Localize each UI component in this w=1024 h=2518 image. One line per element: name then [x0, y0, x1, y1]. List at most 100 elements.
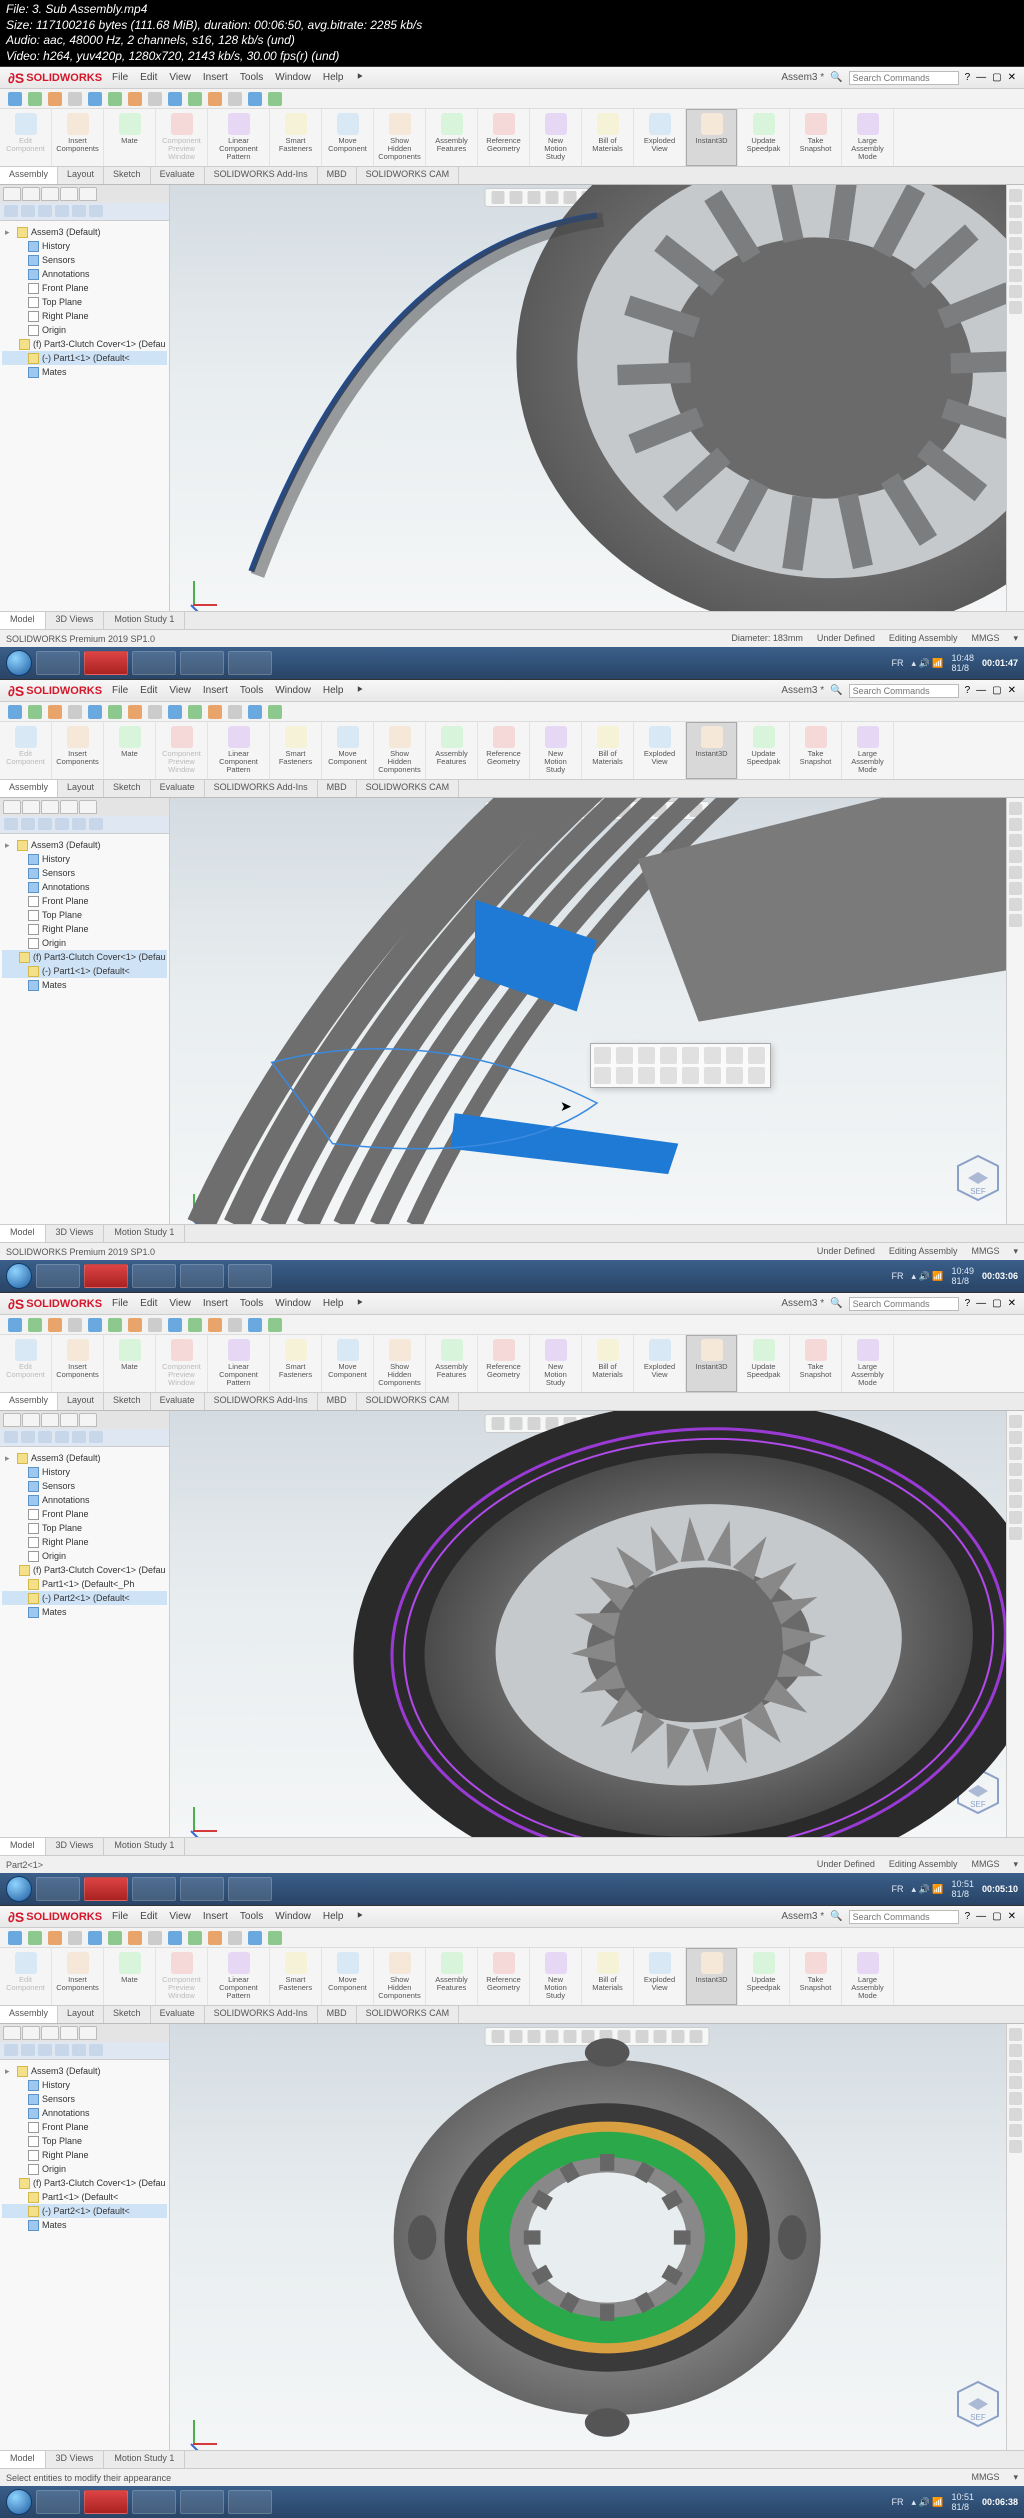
tree-item[interactable]: (-) Part1<1> (Default< — [2, 351, 167, 365]
ribbon-insert[interactable]: InsertComponents — [52, 1948, 104, 2005]
qat-button[interactable] — [168, 1318, 182, 1332]
ribbon-update[interactable]: UpdateSpeedpak — [738, 109, 790, 166]
taskbar-app[interactable] — [36, 2490, 80, 2514]
tree-item[interactable]: (f) Part3-Clutch Cover<1> (Defau — [2, 337, 167, 351]
taskpane-icon[interactable] — [1009, 253, 1022, 266]
tab-assembly[interactable]: Assembly — [0, 2006, 58, 2023]
menu-tools[interactable]: Tools — [240, 685, 263, 696]
tab-evaluate[interactable]: Evaluate — [151, 780, 205, 797]
taskpane-icon[interactable] — [1009, 1511, 1022, 1524]
menu-file[interactable]: File — [112, 685, 128, 696]
tab-solidworks-add-ins[interactable]: SOLIDWORKS Add-Ins — [205, 780, 318, 797]
ribbon-large[interactable]: LargeAssemblyMode — [842, 109, 894, 166]
qat-button[interactable] — [248, 92, 262, 106]
expand-icon[interactable]: ▸ — [5, 2066, 14, 2077]
qat-button[interactable] — [28, 1318, 42, 1332]
tab-mbd[interactable]: MBD — [318, 167, 357, 184]
taskpane-icon[interactable] — [1009, 914, 1022, 927]
tab-layout[interactable]: Layout — [58, 1393, 104, 1410]
maximize-icon[interactable]: ▢ — [992, 1298, 1001, 1309]
search-input[interactable] — [849, 1297, 959, 1311]
tree-tab[interactable] — [60, 187, 78, 201]
ribbon-exploded[interactable]: ExplodedView — [634, 109, 686, 166]
menu-insert[interactable]: Insert — [203, 1911, 228, 1922]
ctx-icon[interactable] — [660, 1047, 677, 1064]
expand-icon[interactable]: ▸ — [5, 227, 14, 238]
menu-expand-icon[interactable]: ⯈ — [355, 1298, 363, 1309]
taskpane-icon[interactable] — [1009, 2060, 1022, 2073]
taskpane-icon[interactable] — [1009, 2092, 1022, 2105]
tree-tool-icon[interactable] — [38, 205, 52, 217]
tree-item[interactable]: History — [2, 2078, 167, 2092]
menu-file[interactable]: File — [112, 72, 128, 83]
tab-evaluate[interactable]: Evaluate — [151, 2006, 205, 2023]
tree-tab[interactable] — [3, 800, 21, 814]
ctx-icon[interactable] — [594, 1047, 611, 1064]
taskbar-app[interactable] — [228, 1877, 272, 1901]
taskbar-app[interactable] — [36, 1877, 80, 1901]
tree-tool-icon[interactable] — [21, 2044, 35, 2056]
btab-motion-study-1[interactable]: Motion Study 1 — [104, 1838, 185, 1855]
tab-solidworks-add-ins[interactable]: SOLIDWORKS Add-Ins — [205, 2006, 318, 2023]
help-icon[interactable]: ? — [965, 72, 971, 83]
qat-button[interactable] — [168, 705, 182, 719]
taskpane-icon[interactable] — [1009, 189, 1022, 202]
ribbon-reference[interactable]: ReferenceGeometry — [478, 1948, 530, 2005]
taskpane-icon[interactable] — [1009, 2076, 1022, 2089]
qat-button[interactable] — [128, 1318, 142, 1332]
taskpane-icon[interactable] — [1009, 1463, 1022, 1476]
ctx-icon[interactable] — [616, 1047, 633, 1064]
tab-assembly[interactable]: Assembly — [0, 167, 58, 184]
tree-tool-icon[interactable] — [89, 2044, 103, 2056]
tree-tool-icon[interactable] — [72, 818, 86, 830]
taskpane-icon[interactable] — [1009, 2108, 1022, 2121]
qat-button[interactable] — [248, 1318, 262, 1332]
start-button[interactable] — [6, 2489, 32, 2515]
taskpane-icon[interactable] — [1009, 301, 1022, 314]
tab-sketch[interactable]: Sketch — [104, 1393, 151, 1410]
ribbon-move[interactable]: MoveComponent — [322, 1335, 374, 1392]
tree-tab[interactable] — [60, 2026, 78, 2040]
qat-button[interactable] — [188, 92, 202, 106]
btab-model[interactable]: Model — [0, 1225, 46, 1242]
tree-tab[interactable] — [3, 187, 21, 201]
tree-tool-icon[interactable] — [89, 1431, 103, 1443]
taskpane-icon[interactable] — [1009, 850, 1022, 863]
tree-tab[interactable] — [79, 187, 97, 201]
ctx-icon[interactable] — [726, 1047, 743, 1064]
viewport[interactable]: SEF — [170, 185, 1024, 611]
menu-edit[interactable]: Edit — [140, 1911, 157, 1922]
minimize-icon[interactable]: — — [976, 72, 986, 83]
ribbon-show[interactable]: ShowHiddenComponents — [374, 109, 426, 166]
tree-tab[interactable] — [41, 2026, 59, 2040]
taskpane-icon[interactable] — [1009, 269, 1022, 282]
tree-tab[interactable] — [79, 1413, 97, 1427]
tree-tab[interactable] — [22, 1413, 40, 1427]
tree-tool-icon[interactable] — [21, 1431, 35, 1443]
tree-tab[interactable] — [79, 2026, 97, 2040]
qat-button[interactable] — [208, 1318, 222, 1332]
tab-solidworks-cam[interactable]: SOLIDWORKS CAM — [357, 2006, 460, 2023]
taskpane-icon[interactable] — [1009, 1479, 1022, 1492]
menu-file[interactable]: File — [112, 1911, 128, 1922]
ribbon-show[interactable]: ShowHiddenComponents — [374, 722, 426, 779]
tree-item[interactable]: Top Plane — [2, 2134, 167, 2148]
close-icon[interactable]: ✕ — [1008, 685, 1016, 696]
qat-button[interactable] — [88, 1318, 102, 1332]
menu-edit[interactable]: Edit — [140, 72, 157, 83]
qat-button[interactable] — [108, 1931, 122, 1945]
help-icon[interactable]: ? — [965, 685, 971, 696]
tree-item[interactable]: Sensors — [2, 1479, 167, 1493]
close-icon[interactable]: ✕ — [1008, 1911, 1016, 1922]
tray-icons[interactable]: ▴ 🔊 📶 — [912, 2497, 944, 2508]
tree-item[interactable]: History — [2, 239, 167, 253]
ctx-icon[interactable] — [660, 1067, 677, 1084]
tab-solidworks-add-ins[interactable]: SOLIDWORKS Add-Ins — [205, 167, 318, 184]
taskpane-icon[interactable] — [1009, 802, 1022, 815]
btab-model[interactable]: Model — [0, 2451, 46, 2468]
ribbon-smart[interactable]: SmartFasteners — [270, 1948, 322, 2005]
tab-sketch[interactable]: Sketch — [104, 167, 151, 184]
minimize-icon[interactable]: — — [976, 1298, 986, 1309]
qat-button[interactable] — [228, 92, 242, 106]
tree-item[interactable]: Top Plane — [2, 908, 167, 922]
